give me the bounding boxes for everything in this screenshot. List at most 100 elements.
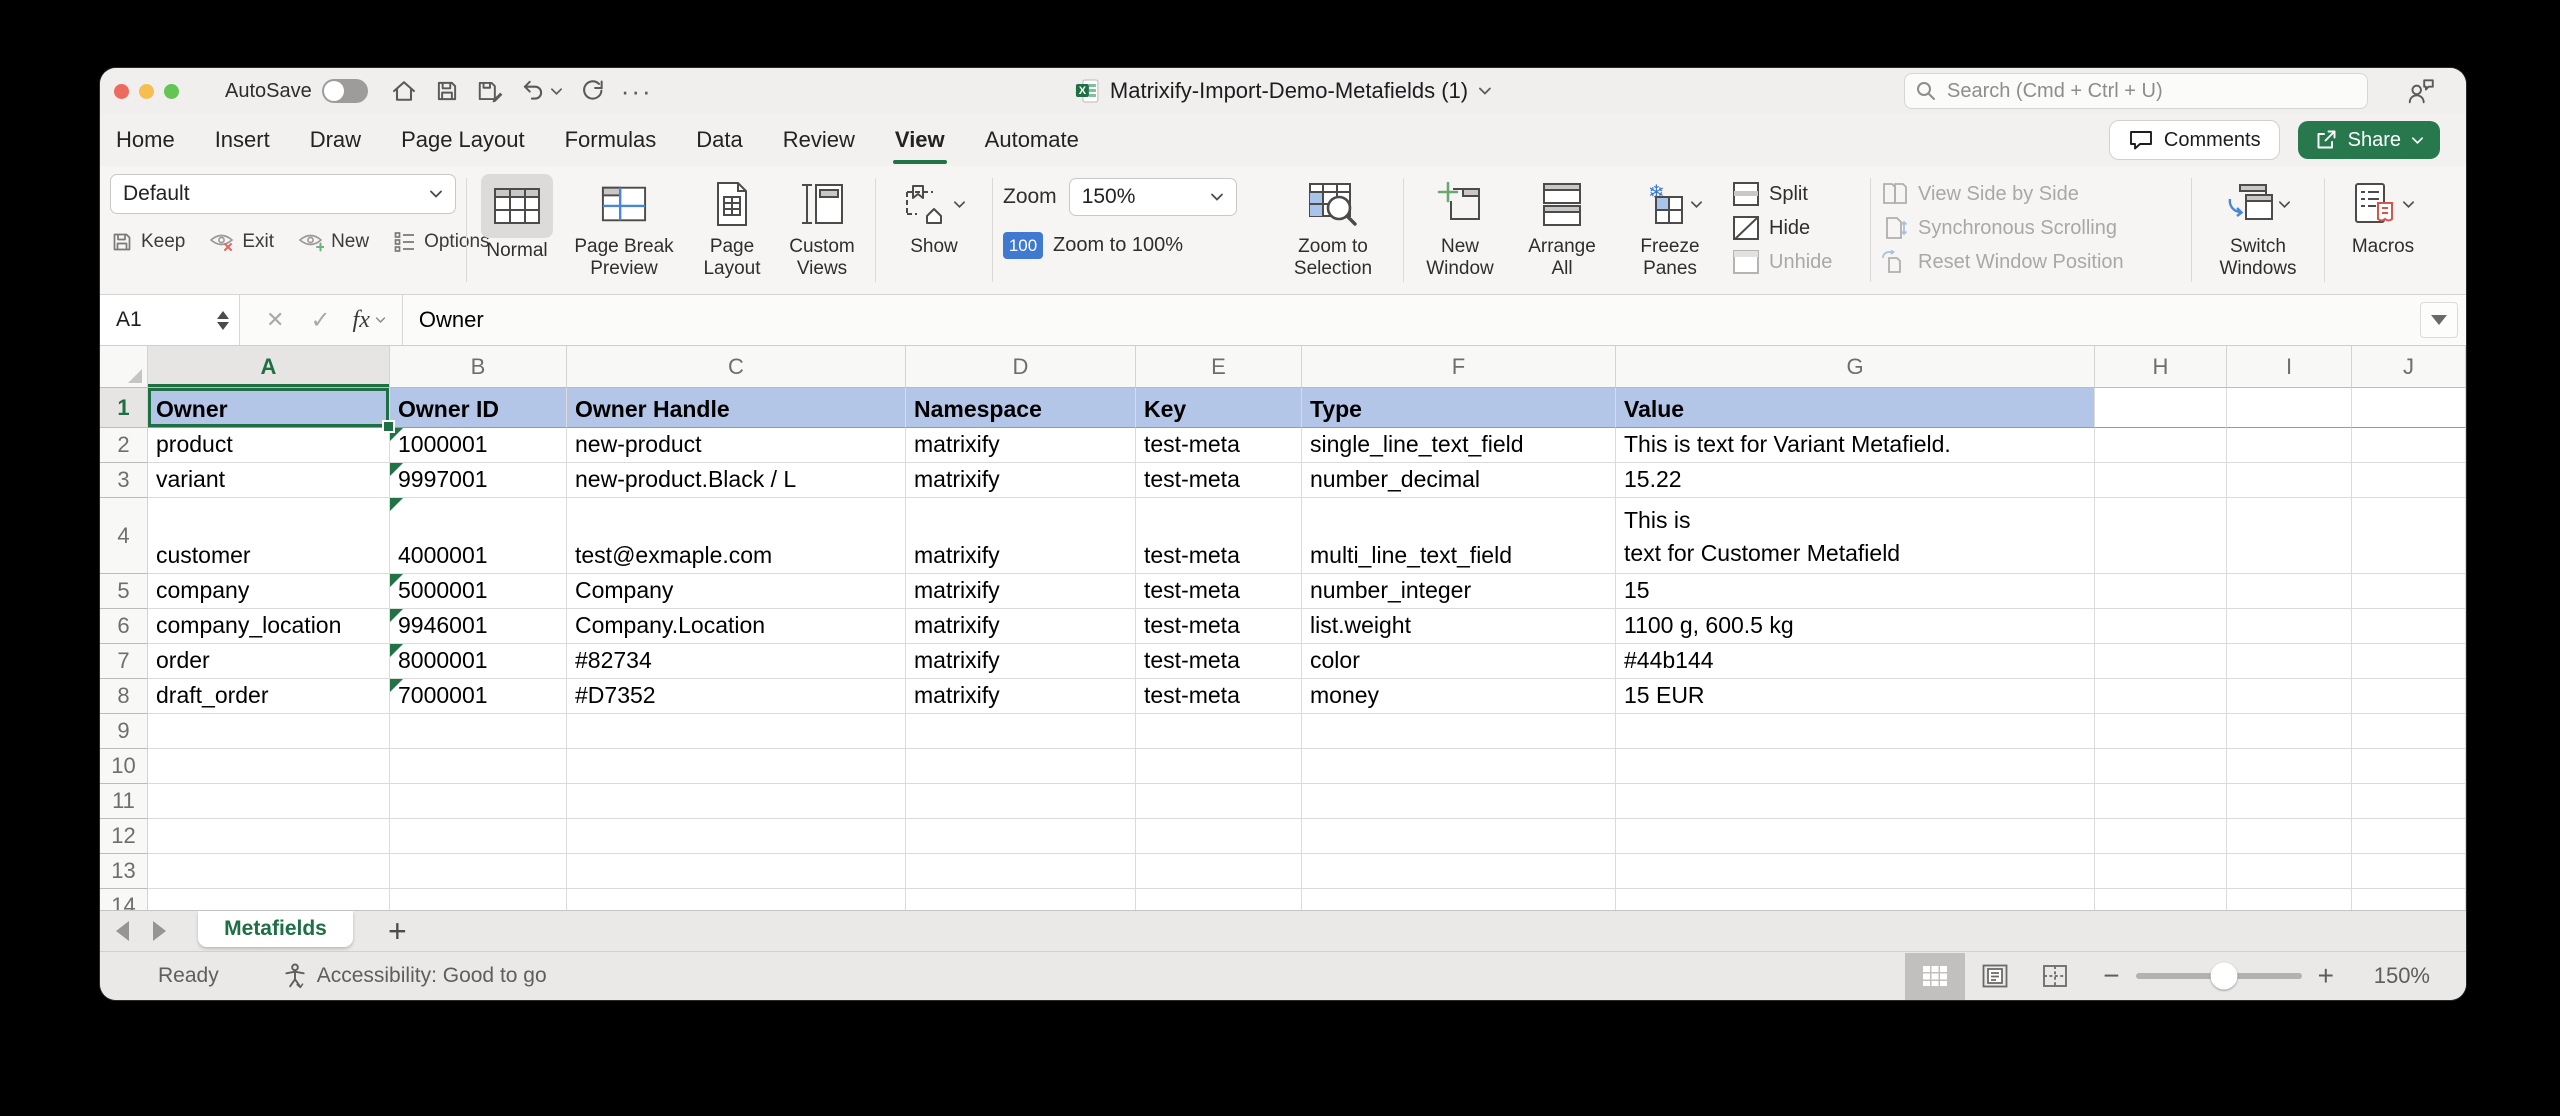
cell-E3[interactable]: test-meta: [1136, 463, 1302, 498]
cell-I14[interactable]: [2227, 889, 2352, 910]
cell-E11[interactable]: [1136, 784, 1302, 819]
cell-J14[interactable]: [2352, 889, 2466, 910]
cell-F12[interactable]: [1302, 819, 1616, 854]
cell-A10[interactable]: [148, 749, 390, 784]
cell-E2[interactable]: test-meta: [1136, 428, 1302, 463]
save-as-icon[interactable]: [476, 78, 504, 104]
cell-D3[interactable]: matrixify: [906, 463, 1136, 498]
column-header-I[interactable]: I: [2227, 346, 2352, 388]
cell-E9[interactable]: [1136, 714, 1302, 749]
cell-A4[interactable]: customer: [148, 498, 390, 574]
cell-J7[interactable]: [2352, 644, 2466, 679]
macros-button[interactable]: Macros: [2335, 174, 2431, 286]
cell-H12[interactable]: [2095, 819, 2227, 854]
cell-D9[interactable]: [906, 714, 1136, 749]
cell-J2[interactable]: [2352, 428, 2466, 463]
options-button[interactable]: Options: [393, 230, 489, 254]
cell-B4[interactable]: 4000001: [390, 498, 567, 574]
show-group-button[interactable]: Show: [886, 174, 982, 286]
cell-G8[interactable]: 15 EUR: [1616, 679, 2095, 714]
cell-F6[interactable]: list.weight: [1302, 609, 1616, 644]
cell-G13[interactable]: [1616, 854, 2095, 889]
formula-input[interactable]: Owner: [419, 307, 484, 333]
menu-tab-data[interactable]: Data: [694, 123, 744, 157]
switch-windows-button[interactable]: Switch Windows: [2202, 174, 2314, 286]
column-header-G[interactable]: G: [1616, 346, 2095, 388]
share-button[interactable]: Share: [2298, 121, 2440, 159]
cell-A13[interactable]: [148, 854, 390, 889]
row-header-5[interactable]: 5: [100, 574, 148, 609]
cell-D10[interactable]: [906, 749, 1136, 784]
cell-B14[interactable]: [390, 889, 567, 910]
cell-B13[interactable]: [390, 854, 567, 889]
cell-E12[interactable]: [1136, 819, 1302, 854]
menu-tab-page-layout[interactable]: Page Layout: [399, 123, 527, 157]
arrange-all-button[interactable]: Arrange All: [1516, 174, 1608, 286]
cell-C11[interactable]: [567, 784, 906, 819]
status-zoom-level[interactable]: 150%: [2358, 963, 2430, 989]
cell-I5[interactable]: [2227, 574, 2352, 609]
cell-F9[interactable]: [1302, 714, 1616, 749]
reset-window-position-button[interactable]: Reset Window Position: [1881, 248, 2181, 276]
cell-F4[interactable]: multi_line_text_field: [1302, 498, 1616, 574]
cell-J10[interactable]: [2352, 749, 2466, 784]
redo-icon[interactable]: [579, 78, 605, 104]
cell-I8[interactable]: [2227, 679, 2352, 714]
cell-C10[interactable]: [567, 749, 906, 784]
cell-H13[interactable]: [2095, 854, 2227, 889]
cell-A1[interactable]: Owner: [148, 388, 390, 428]
cell-I3[interactable]: [2227, 463, 2352, 498]
column-header-B[interactable]: B: [390, 346, 567, 388]
previous-sheet-icon[interactable]: [116, 921, 129, 941]
comments-button[interactable]: Comments: [2109, 120, 2280, 160]
cell-G1[interactable]: Value: [1616, 388, 2095, 428]
cell-E13[interactable]: [1136, 854, 1302, 889]
cell-I12[interactable]: [2227, 819, 2352, 854]
cell-D8[interactable]: matrixify: [906, 679, 1136, 714]
undo-icon[interactable]: [520, 78, 546, 104]
cell-I2[interactable]: [2227, 428, 2352, 463]
cell-B12[interactable]: [390, 819, 567, 854]
row-header-11[interactable]: 11: [100, 784, 148, 819]
cell-I9[interactable]: [2227, 714, 2352, 749]
cell-C2[interactable]: new-product: [567, 428, 906, 463]
column-header-A[interactable]: A: [148, 346, 390, 388]
more-commands-icon[interactable]: ···: [621, 86, 653, 96]
row-header-14[interactable]: 14: [100, 889, 148, 910]
cell-D2[interactable]: matrixify: [906, 428, 1136, 463]
column-header-D[interactable]: D: [906, 346, 1136, 388]
name-box-stepper[interactable]: [217, 311, 229, 330]
column-header-F[interactable]: F: [1302, 346, 1616, 388]
cell-D11[interactable]: [906, 784, 1136, 819]
cell-B10[interactable]: [390, 749, 567, 784]
cell-A6[interactable]: company_location: [148, 609, 390, 644]
cell-C14[interactable]: [567, 889, 906, 910]
sheet-tab-metafields[interactable]: Metafields: [198, 911, 353, 947]
cell-C7[interactable]: #82734: [567, 644, 906, 679]
page-layout-button[interactable]: Page Layout: [691, 174, 773, 286]
cell-D5[interactable]: matrixify: [906, 574, 1136, 609]
cell-A9[interactable]: [148, 714, 390, 749]
hide-button[interactable]: Hide: [1732, 214, 1860, 242]
cell-H14[interactable]: [2095, 889, 2227, 910]
unhide-button[interactable]: Unhide: [1732, 248, 1860, 276]
search-bar[interactable]: [1904, 73, 2368, 109]
row-header-13[interactable]: 13: [100, 854, 148, 889]
cell-A14[interactable]: [148, 889, 390, 910]
zoom-out-button[interactable]: −: [2103, 960, 2119, 992]
insert-function-button[interactable]: fx: [353, 307, 386, 334]
cell-F2[interactable]: single_line_text_field: [1302, 428, 1616, 463]
cell-B7[interactable]: 8000001: [390, 644, 567, 679]
cell-G9[interactable]: [1616, 714, 2095, 749]
cell-E8[interactable]: test-meta: [1136, 679, 1302, 714]
cell-H8[interactable]: [2095, 679, 2227, 714]
undo-chevron-icon[interactable]: [550, 87, 563, 96]
cell-E10[interactable]: [1136, 749, 1302, 784]
cell-D12[interactable]: [906, 819, 1136, 854]
cell-A2[interactable]: product: [148, 428, 390, 463]
cell-C9[interactable]: [567, 714, 906, 749]
cell-E14[interactable]: [1136, 889, 1302, 910]
cell-H10[interactable]: [2095, 749, 2227, 784]
column-header-J[interactable]: J: [2352, 346, 2466, 388]
cell-A12[interactable]: [148, 819, 390, 854]
